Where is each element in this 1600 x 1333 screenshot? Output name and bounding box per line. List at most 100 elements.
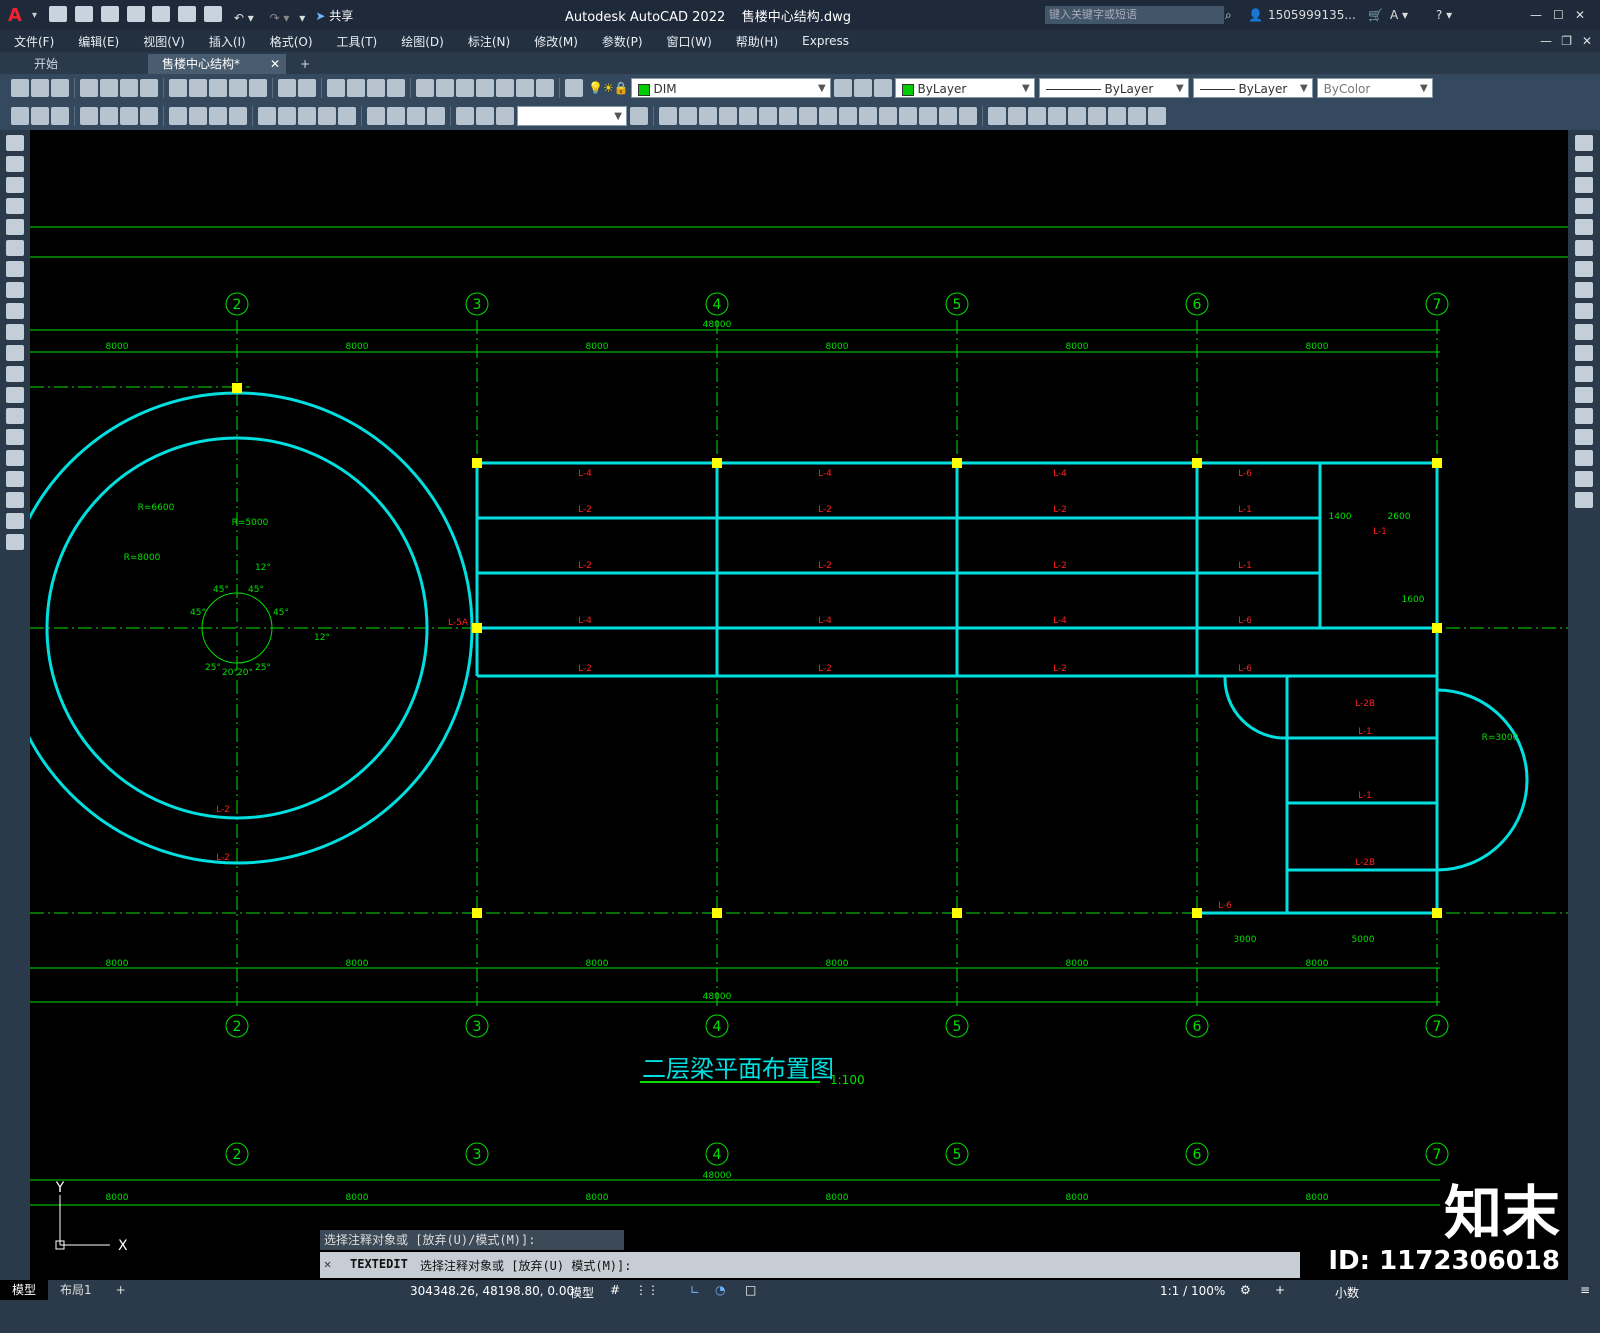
save-icon[interactable] [100, 5, 119, 22]
menu-edit[interactable]: 编辑(E) [78, 33, 119, 50]
menu-modify[interactable]: 修改(M) [534, 33, 578, 50]
open-icon[interactable] [31, 79, 49, 97]
erase-icon[interactable] [1575, 135, 1593, 151]
cut-icon[interactable] [169, 79, 187, 97]
layer-walk-icon[interactable] [31, 107, 49, 125]
layer-previous-icon[interactable] [853, 79, 872, 97]
clip-icon[interactable] [1108, 107, 1126, 125]
inspect-icon[interactable] [407, 107, 425, 125]
offset-icon[interactable] [719, 107, 737, 125]
copy-object-icon[interactable] [679, 107, 697, 125]
copy-icon[interactable] [1575, 156, 1593, 172]
hatch-icon[interactable] [6, 429, 24, 445]
plot-icon[interactable] [204, 5, 222, 22]
dim-linear-icon[interactable] [80, 107, 98, 125]
drawing-canvas[interactable]: 2 3 4 5 6 7 2 3 4 5 6 7 2 3 4 5 6 7 4800… [30, 130, 1568, 1280]
redo-icon[interactable]: ↷ ▾ [270, 11, 290, 25]
menu-window[interactable]: 窗口(W) [667, 33, 712, 50]
dim-jogged-icon[interactable] [189, 107, 207, 125]
save-web-icon[interactable] [178, 5, 197, 22]
join-icon[interactable] [1575, 408, 1593, 424]
dim-arc-icon[interactable] [120, 107, 138, 125]
command-line[interactable]: ✕ TEXTEDIT 选择注释对象或 [放弃(U) 模式(M)]: [320, 1252, 1300, 1278]
circle-icon[interactable] [6, 261, 24, 277]
menu-tools[interactable]: 工具(T) [337, 33, 378, 50]
maximize-icon[interactable]: ☐ [1553, 8, 1564, 22]
mtext-icon[interactable] [6, 513, 24, 529]
explode-icon[interactable] [959, 107, 977, 125]
join-icon[interactable] [899, 107, 917, 125]
minimize-icon[interactable]: — [1530, 8, 1542, 22]
tab-start[interactable]: 开始 [20, 54, 148, 74]
chamfer-icon[interactable] [1575, 429, 1593, 445]
ellipse-arc-icon[interactable] [6, 345, 24, 361]
quick-dim-icon[interactable] [258, 107, 276, 125]
customize-icon[interactable]: ▾ [299, 11, 305, 25]
send-back-icon[interactable] [1028, 107, 1046, 125]
draw-order-icon[interactable] [988, 107, 1006, 125]
open-icon[interactable] [74, 5, 93, 22]
extend-icon[interactable] [859, 107, 877, 125]
sheet-set-icon[interactable] [476, 79, 494, 97]
move-icon[interactable] [1575, 240, 1593, 256]
dim-radius-icon[interactable] [169, 107, 187, 125]
grid-icon[interactable]: # [610, 1283, 620, 1297]
array-icon[interactable] [739, 107, 757, 125]
osnap-icon[interactable]: □ [745, 1283, 756, 1297]
make-current-layer-icon[interactable] [833, 79, 852, 97]
save-icon[interactable] [51, 79, 69, 97]
search-icon[interactable]: ⌕ [1225, 8, 1232, 23]
zoom-window-icon[interactable] [367, 79, 385, 97]
bulb-icon[interactable]: 💡 [588, 81, 603, 95]
break-icon[interactable] [1575, 387, 1593, 403]
user-icon[interactable]: 👤 [1248, 8, 1263, 22]
publish-icon[interactable] [120, 79, 138, 97]
markup-icon[interactable] [496, 79, 514, 97]
cart-icon[interactable]: 🛒 [1368, 8, 1383, 22]
lock-icon[interactable]: 🔒 [614, 81, 629, 95]
zoom-realtime-icon[interactable] [347, 79, 365, 97]
add-selected-icon[interactable] [6, 534, 24, 550]
blend-icon[interactable] [1575, 471, 1593, 487]
dim-continue-icon[interactable] [298, 107, 316, 125]
save-as-icon[interactable] [126, 5, 145, 22]
dim-break-icon[interactable] [338, 107, 356, 125]
tab-drawing[interactable]: 售楼中心结构* ✕ [148, 54, 286, 74]
properties-icon[interactable] [416, 79, 434, 97]
chevron-down-icon[interactable]: ▾ [32, 10, 37, 21]
rectangle-icon[interactable] [6, 219, 24, 235]
paste-icon[interactable] [209, 79, 227, 97]
settings-icon[interactable]: ⚙ [1240, 1283, 1251, 1297]
move-icon[interactable] [759, 107, 777, 125]
erase-icon[interactable] [659, 107, 677, 125]
tolerance-icon[interactable] [367, 107, 385, 125]
line-icon[interactable] [6, 135, 24, 151]
layer-properties-icon[interactable] [565, 79, 583, 97]
a360-icon[interactable]: A ▾ [1390, 8, 1408, 22]
help-icon[interactable]: ? ▾ [1436, 8, 1452, 22]
model-space-button[interactable]: 模型 [570, 1284, 594, 1301]
text-front-icon[interactable] [1048, 107, 1066, 125]
trim-icon[interactable] [839, 107, 857, 125]
revcloud-icon[interactable] [1148, 107, 1166, 125]
point-icon[interactable] [6, 408, 24, 424]
menu-dimension[interactable]: 标注(N) [468, 33, 510, 50]
menu-parametric[interactable]: 参数(P) [602, 33, 643, 50]
layer-dropdown[interactable]: DIM ▼ [630, 78, 831, 98]
undo-icon[interactable]: ↶ ▾ [234, 11, 254, 25]
3d-print-icon[interactable] [140, 79, 158, 97]
wipeout-icon[interactable] [1128, 107, 1146, 125]
scale-icon[interactable] [799, 107, 817, 125]
dim-update-icon[interactable] [496, 107, 514, 125]
customize-icon[interactable]: ≡ [1580, 1283, 1590, 1297]
offset-icon[interactable] [1575, 198, 1593, 214]
plus-icon[interactable]: + [1275, 1283, 1285, 1297]
menu-insert[interactable]: 插入(I) [209, 33, 246, 50]
rotate-icon[interactable] [779, 107, 797, 125]
layer-states-icon[interactable] [873, 79, 892, 97]
dim-aligned-icon[interactable] [100, 107, 118, 125]
hatch-back-icon[interactable] [1068, 107, 1086, 125]
tab-model[interactable]: 模型 [0, 1280, 49, 1300]
sun-icon[interactable]: ☀ [603, 81, 614, 95]
snap-icon[interactable]: ⋮⋮ [635, 1283, 659, 1297]
